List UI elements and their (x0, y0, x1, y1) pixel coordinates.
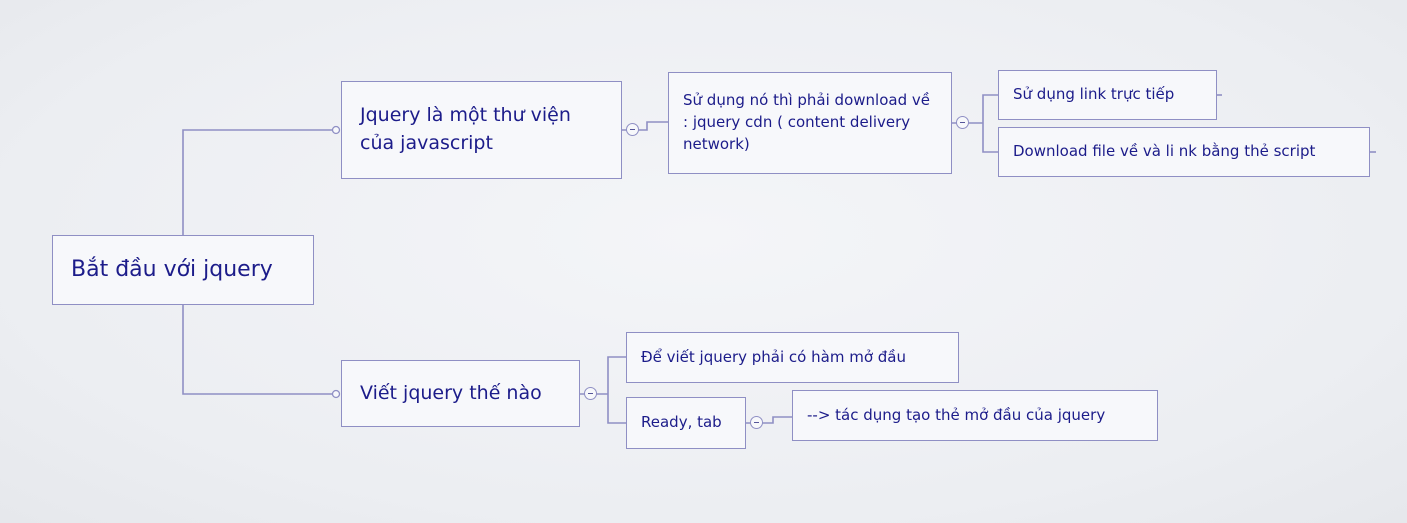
attach-dot-branch-1 (331, 125, 341, 135)
collapse-toggle-icon[interactable] (626, 123, 639, 136)
node-opening-tag-effect[interactable]: --> tác dụng tạo thẻ mở đầu của jquery (792, 390, 1158, 441)
connector-root-branch-2 (182, 305, 336, 395)
node-opening-function[interactable]: Để viết jquery phải có hàm mở đầu (626, 332, 959, 383)
collapse-toggle-icon[interactable] (750, 416, 763, 429)
node-download-cdn[interactable]: Sử dụng nó thì phải download về : jquery… (668, 72, 952, 174)
node-use-direct-link[interactable]: Sử dụng link trực tiếp (998, 70, 1217, 120)
branch-node-label: Jquery là một thư viện của javascript (360, 104, 571, 154)
root-node-label: Bắt đầu với jquery (71, 257, 273, 283)
attach-dot-branch-2 (331, 389, 341, 399)
node-label: Sử dụng nó thì phải download về : jquery… (683, 91, 930, 153)
branch-node-how-to-write[interactable]: Viết jquery thế nào (341, 360, 580, 427)
node-label: --> tác dụng tạo thẻ mở đầu của jquery (807, 405, 1106, 424)
branch-node-jquery-library[interactable]: Jquery là một thư viện của javascript (341, 81, 622, 179)
node-label: Sử dụng link trực tiếp (1013, 85, 1175, 104)
node-download-file-script[interactable]: Download file về và li nk bằng thẻ scrip… (998, 127, 1370, 177)
node-ready-tab[interactable]: Ready, tab (626, 397, 746, 449)
mindmap-canvas: Bắt đầu với jquery Jquery là một thư việ… (0, 0, 1407, 523)
collapse-toggle-icon[interactable] (956, 116, 969, 129)
branch-node-label: Viết jquery thế nào (360, 381, 542, 404)
node-label: Download file về và li nk bằng thẻ scrip… (1013, 142, 1316, 161)
node-label: Ready, tab (641, 413, 722, 432)
connector-root-branch-1 (182, 129, 336, 235)
root-node[interactable]: Bắt đầu với jquery (52, 235, 314, 305)
collapse-toggle-icon[interactable] (584, 387, 597, 400)
node-label: Để viết jquery phải có hàm mở đầu (641, 347, 906, 366)
